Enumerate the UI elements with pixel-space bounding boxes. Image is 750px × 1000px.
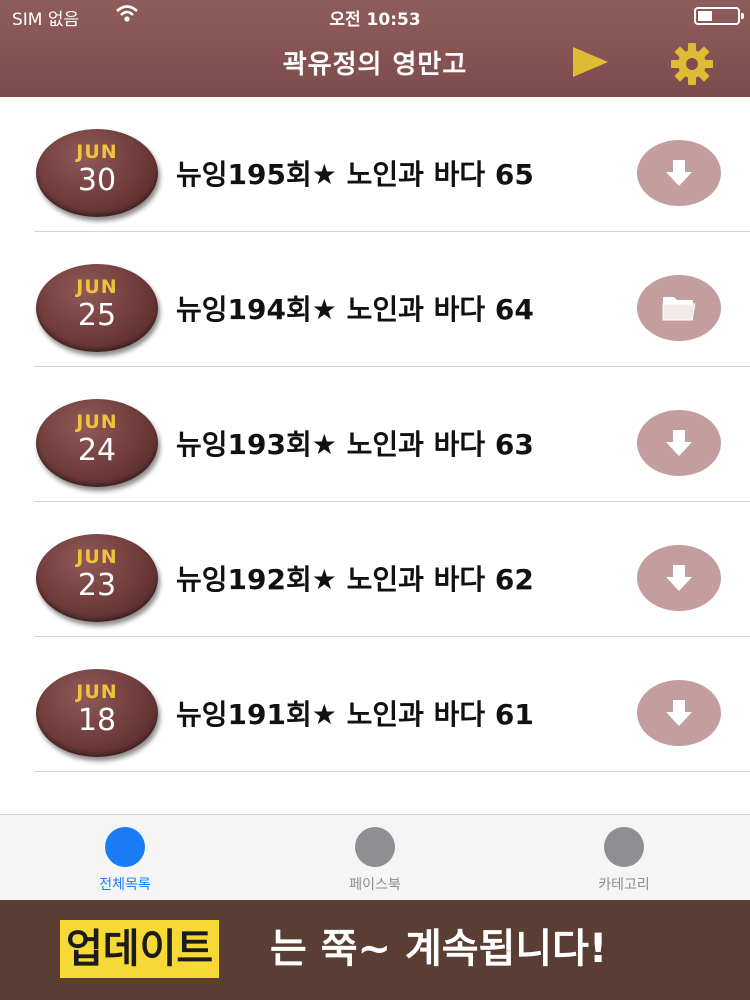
- tab-all-list[interactable]: 전체목록: [50, 827, 200, 897]
- date-month: JUN: [76, 141, 118, 163]
- open-folder-button[interactable]: [637, 275, 721, 341]
- tab-category[interactable]: 카테고리: [549, 827, 699, 897]
- tab-bar: 전체목록 페이스북 카테고리: [0, 814, 750, 900]
- battery-icon: [694, 7, 744, 25]
- episode-title[interactable]: 뉴잉195회★ 노인과 바다 65: [176, 153, 534, 193]
- play-icon[interactable]: [568, 42, 612, 82]
- date-month: JUN: [76, 681, 118, 703]
- episode-title[interactable]: 뉴잉193회★ 노인과 바다 63: [176, 423, 534, 463]
- episode-title[interactable]: 뉴잉192회★ 노인과 바다 62: [176, 558, 534, 598]
- episode-title[interactable]: 뉴잉191회★ 노인과 바다 61: [176, 693, 534, 733]
- facebook-tab-icon: [355, 827, 395, 867]
- date-badge: JUN 25: [36, 264, 158, 352]
- download-icon: [666, 565, 692, 591]
- date-badge: JUN 24: [36, 399, 158, 487]
- date-month: JUN: [76, 411, 118, 433]
- date-month: JUN: [76, 276, 118, 298]
- date-month: JUN: [76, 546, 118, 568]
- row-divider: [34, 771, 750, 772]
- tab-label: 전체목록: [99, 877, 151, 893]
- date-badge: JUN 30: [36, 129, 158, 217]
- category-tab-icon: [604, 827, 644, 867]
- list-item[interactable]: JUN 18 뉴잉191회★ 노인과 바다 61: [0, 637, 750, 772]
- download-icon: [666, 700, 692, 726]
- banner-highlight: 업데이트: [60, 920, 220, 978]
- status-time: 오전 10:53: [329, 10, 421, 30]
- download-button[interactable]: [637, 410, 721, 476]
- date-day: 23: [77, 568, 117, 603]
- date-badge: JUN 23: [36, 534, 158, 622]
- date-day: 25: [77, 298, 117, 333]
- download-button[interactable]: [637, 545, 721, 611]
- list-item[interactable]: JUN 24 뉴잉193회★ 노인과 바다 63: [0, 367, 750, 502]
- date-day: 24: [77, 433, 117, 468]
- tab-label: 카테고리: [598, 877, 650, 893]
- list-item[interactable]: JUN 30 뉴잉195회★ 노인과 바다 65: [0, 97, 750, 232]
- tab-label: 페이스북: [349, 877, 401, 893]
- download-icon: [666, 160, 692, 186]
- date-day: 30: [77, 163, 117, 198]
- date-day: 18: [77, 703, 117, 738]
- tab-facebook[interactable]: 페이스북: [300, 827, 450, 897]
- download-button[interactable]: [637, 140, 721, 206]
- update-banner: 업데이트 는 쭉~ 계속됩니다!: [0, 900, 750, 1000]
- date-badge: JUN 18: [36, 669, 158, 757]
- list-item[interactable]: JUN 25 뉴잉194회★ 노인과 바다 64: [0, 232, 750, 367]
- download-icon: [666, 430, 692, 456]
- gear-icon[interactable]: [668, 40, 716, 88]
- status-bar: SIM 없음 오전 10:53: [0, 0, 750, 30]
- episode-title[interactable]: 뉴잉194회★ 노인과 바다 64: [176, 288, 534, 328]
- episode-list[interactable]: JUN 30 뉴잉195회★ 노인과 바다 65 JUN 25 뉴잉194회★ …: [0, 97, 750, 814]
- folder-icon: [662, 297, 696, 321]
- page-title: 곽유정의 영만고: [282, 50, 468, 80]
- banner-text: 는 쭉~ 계속됩니다!: [270, 926, 608, 972]
- list-item[interactable]: JUN 23 뉴잉192회★ 노인과 바다 62: [0, 502, 750, 637]
- app-header: SIM 없음 오전 10:53 곽유정의 영만고: [0, 0, 750, 97]
- all-list-tab-icon: [105, 827, 145, 867]
- download-button[interactable]: [637, 680, 721, 746]
